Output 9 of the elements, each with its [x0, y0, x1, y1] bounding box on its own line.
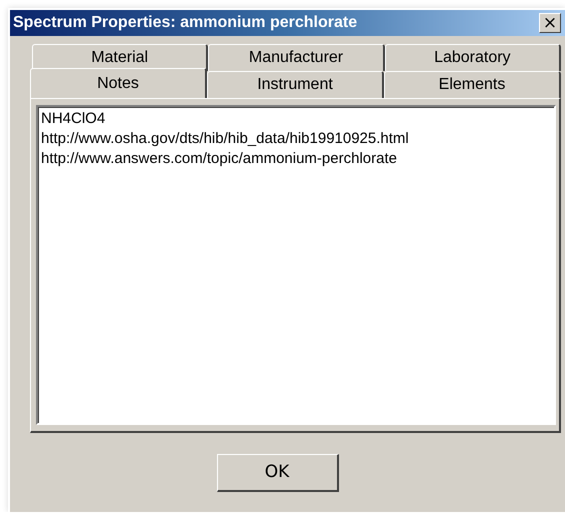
- notes-field[interactable]: NH4ClO4 http://www.osha.gov/dts/hib/hib_data/hib19910925.html http://www.answers.com/topic/ammonium-perchlorate: [36, 105, 556, 425]
- ok-button[interactable]: OK: [216, 454, 338, 492]
- close-button[interactable]: ×: [539, 13, 561, 33]
- tab[interactable]: Instrument: [207, 71, 384, 98]
- tab[interactable]: Laboratory: [384, 44, 561, 71]
- tab[interactable]: Notes: [30, 68, 207, 98]
- window-title: Spectrum Properties: ammonium perchlorate: [13, 14, 358, 32]
- tab[interactable]: Elements: [384, 71, 561, 98]
- tab[interactable]: Manufacturer: [208, 44, 385, 71]
